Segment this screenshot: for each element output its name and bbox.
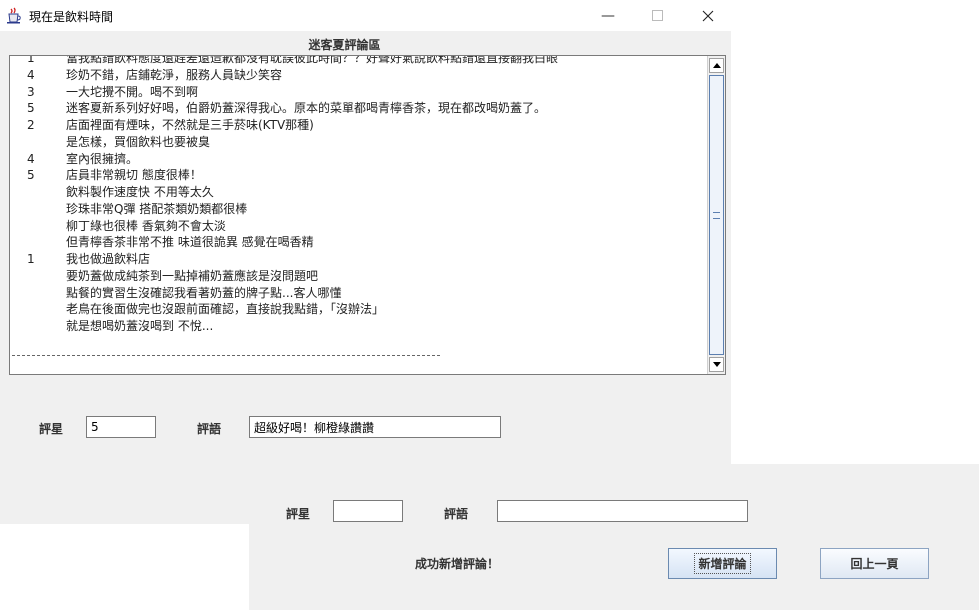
rating-label: 評星 bbox=[39, 422, 64, 436]
review-row: 5 店員非常親切 態度很棒！ bbox=[10, 167, 710, 184]
review-row: 2 店面裡面有煙味，不然就是三手菸味(KTV那種) bbox=[10, 117, 710, 134]
review-text: 但青檸香茶非常不推 味道很詭異 感覺在喝香精 bbox=[66, 235, 314, 250]
review-text: 店面裡面有煙味，不然就是三手菸味(KTV那種) bbox=[66, 118, 314, 132]
review-rating: 4 bbox=[27, 67, 35, 82]
review-row: 要奶蓋做成純茶到一點掉補奶蓋應該是沒問題吧 bbox=[10, 268, 710, 285]
window-title: 現在是飲料時間 bbox=[29, 10, 114, 24]
reviews-text-area[interactable]: 1 當我點錯飲料態度還趕差還造歉都沒有耽誤彼此時間？？好聲好氣說飲料點錯還直接翻我… bbox=[9, 55, 726, 375]
rating-input-secondary[interactable] bbox=[333, 500, 403, 522]
review-text: 柳丁綠也很棒 香氣夠不會太淡 bbox=[66, 218, 226, 233]
review-text: 老鳥在後面做完也沒跟前面確認，直接說我點錯，「沒辦法」 bbox=[66, 302, 385, 317]
review-rating: 1 bbox=[27, 55, 35, 65]
review-row: 珍珠非常Q彈 搭配茶類奶類都很棒 bbox=[10, 201, 710, 218]
comment-label-secondary: 評語 bbox=[444, 507, 469, 521]
review-text: 當我點錯飲料態度還趕差還造歉都沒有耽誤彼此時間？？好聲好氣說飲料點錯還直接翻我白… bbox=[66, 55, 559, 65]
review-row: 4 珍奶不錯，店鋪乾淨，服務人員缺少笑容 bbox=[10, 67, 710, 84]
java-cup-icon bbox=[7, 7, 21, 24]
review-rating: 5 bbox=[27, 101, 35, 116]
review-row: 是怎樣，買個飲料也要被臭 bbox=[10, 134, 710, 151]
rating-input[interactable]: 5 bbox=[86, 416, 156, 438]
review-text: 珍珠非常Q彈 搭配茶類奶類都很棒 bbox=[66, 201, 248, 216]
review-row: 老鳥在後面做完也沒跟前面確認，直接說我點錯，「沒辦法」 bbox=[10, 301, 710, 318]
review-row: 1 當我點錯飲料態度還趕差還造歉都沒有耽誤彼此時間？？好聲好氣說飲料點錯還直接翻我… bbox=[10, 55, 710, 67]
close-button[interactable] bbox=[685, 0, 731, 31]
scroll-grip bbox=[713, 212, 720, 219]
review-row: 3 一大坨攪不開。喝不到啊 bbox=[10, 84, 710, 101]
review-list: 1 當我點錯飲料態度還趕差還造歉都沒有耽誤彼此時間？？好聲好氣說飲料點錯還直接翻我… bbox=[10, 55, 710, 335]
review-text: 是怎樣，買個飲料也要被臭 bbox=[66, 134, 211, 149]
review-text: 要奶蓋做成純茶到一點掉補奶蓋應該是沒問題吧 bbox=[66, 268, 319, 283]
vertical-scrollbar[interactable] bbox=[707, 56, 725, 374]
review-text: 我也做過飲料店 bbox=[66, 252, 151, 266]
divider-line bbox=[12, 355, 440, 356]
review-rating: 3 bbox=[27, 84, 35, 99]
maximize-button[interactable] bbox=[634, 0, 680, 31]
back-button[interactable]: 回上一頁 bbox=[820, 548, 929, 579]
review-row: 飲料製作速度快 不用等太久 bbox=[10, 184, 710, 201]
review-text: 店員非常親切 態度很棒！ bbox=[66, 168, 202, 183]
review-text: 飲料製作速度快 不用等太久 bbox=[66, 185, 214, 199]
comment-input[interactable]: 超級好喝！柳橙綠讚讚 bbox=[249, 416, 501, 438]
review-row: 4 室內很擁擠。 bbox=[10, 151, 710, 168]
review-row: 1 我也做過飲料店 bbox=[10, 251, 710, 268]
review-text: 迷客夏新系列好好喝，伯爵奶蓋深得我心。原本的菜單都喝青檸香茶，現在都改喝奶蓋了。 bbox=[66, 101, 547, 116]
review-row: 就是想喝奶蓋沒喝到 不悅... bbox=[10, 318, 710, 335]
review-text: 室內很擁擠。 bbox=[66, 151, 139, 166]
review-rating: 4 bbox=[27, 151, 35, 166]
review-text: 珍奶不錯，店鋪乾淨，服務人員缺少笑容 bbox=[66, 67, 283, 82]
arrow-down-icon bbox=[712, 362, 721, 367]
page-header: 迷客夏評論區 bbox=[308, 38, 381, 52]
close-icon bbox=[702, 10, 714, 21]
lower-panel-left bbox=[0, 464, 249, 524]
comment-label: 評語 bbox=[197, 422, 222, 436]
review-rating: 1 bbox=[27, 252, 35, 266]
comment-input-secondary[interactable] bbox=[497, 500, 748, 522]
review-text: 點餐的實習生沒確認我看著奶蓋的牌子點...客人哪懂 bbox=[66, 285, 342, 300]
lower-panel bbox=[249, 464, 979, 610]
scroll-thumb[interactable] bbox=[709, 75, 724, 355]
scroll-down-button[interactable] bbox=[709, 357, 724, 372]
review-rating: 2 bbox=[27, 118, 35, 132]
review-row: 5 迷客夏新系列好好喝，伯爵奶蓋深得我心。原本的菜單都喝青檸香茶，現在都改喝奶蓋了… bbox=[10, 100, 710, 117]
rating-label-secondary: 評星 bbox=[286, 507, 311, 521]
review-row: 但青檸香茶非常不推 味道很詭異 感覺在喝香精 bbox=[10, 234, 710, 251]
review-row: 柳丁綠也很棒 香氣夠不會太淡 bbox=[10, 218, 710, 235]
add-review-button[interactable]: 新增評論 bbox=[668, 548, 777, 579]
arrow-up-icon bbox=[712, 63, 721, 68]
review-rating: 5 bbox=[27, 168, 35, 183]
maximize-icon bbox=[651, 10, 663, 21]
review-row: 點餐的實習生沒確認我看著奶蓋的牌子點...客人哪懂 bbox=[10, 285, 710, 302]
review-text: 一大坨攪不開。喝不到啊 bbox=[66, 84, 199, 99]
scroll-up-button[interactable] bbox=[709, 58, 724, 73]
status-message: 成功新增評論！ bbox=[415, 557, 500, 571]
add-review-label: 新增評論 bbox=[694, 553, 751, 574]
minimize-button[interactable]: — bbox=[585, 0, 631, 31]
review-text: 就是想喝奶蓋沒喝到 不悅... bbox=[66, 319, 214, 333]
